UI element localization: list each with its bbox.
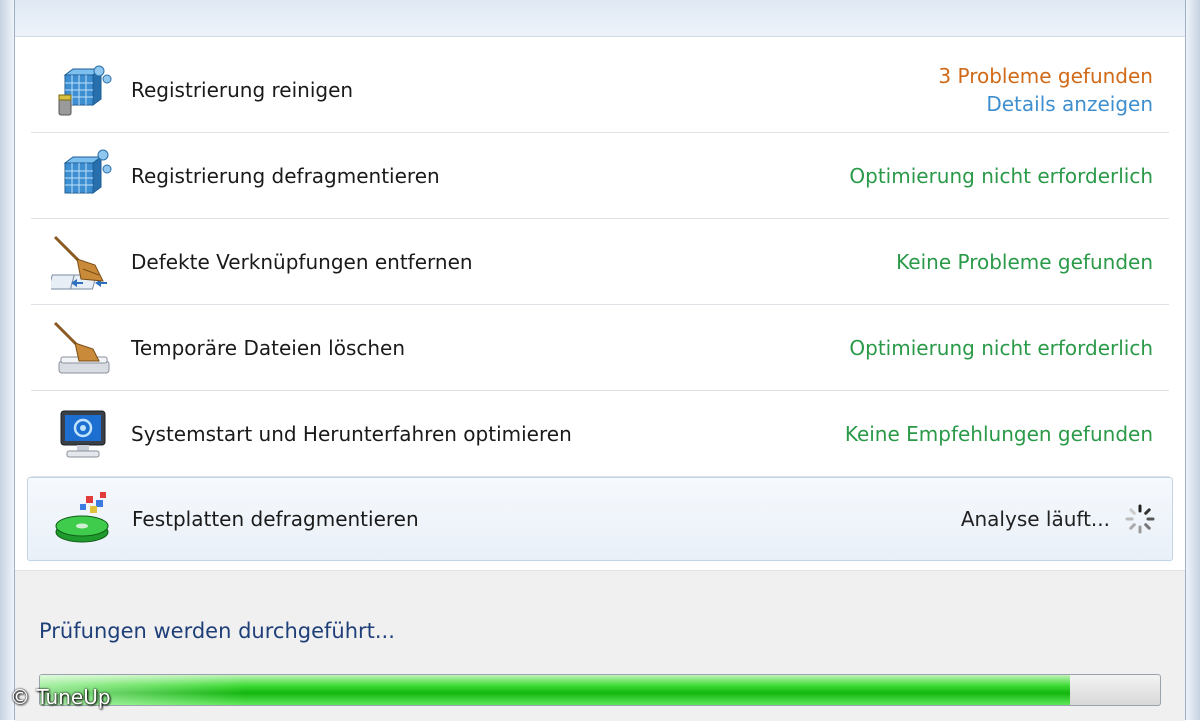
task-row-startup-shutdown[interactable]: Systemstart und Herunterfahren optimiere… — [31, 391, 1169, 477]
task-label: Registrierung reinigen — [131, 77, 354, 102]
broom-drive-icon — [51, 321, 117, 377]
task-label: Registrierung defragmentieren — [131, 163, 440, 188]
status-text: Keine Probleme gefunden — [896, 249, 1153, 274]
window-frame-left — [0, 0, 15, 720]
disk-defrag-icon — [52, 490, 118, 546]
task-row-registry-clean[interactable]: Registrierung reinigen 3 Probleme gefund… — [31, 47, 1169, 133]
details-link[interactable]: Details anzeigen — [986, 92, 1153, 116]
task-status: Optimierung nicht erforderlich — [849, 305, 1153, 390]
status-text: Optimierung nicht erforderlich — [849, 163, 1153, 188]
task-list: Registrierung reinigen 3 Probleme gefund… — [15, 37, 1185, 570]
task-row-broken-shortcuts[interactable]: Defekte Verknüpfungen entfernen Keine Pr… — [31, 219, 1169, 305]
task-row-registry-defrag[interactable]: Registrierung defragmentieren Optimierun… — [31, 133, 1169, 219]
checks-running-text: Prüfungen werden durchgeführt... — [39, 619, 395, 643]
task-status: Keine Probleme gefunden — [896, 219, 1153, 304]
task-status: 3 Probleme gefunden Details anzeigen — [938, 47, 1153, 132]
progress-bar — [39, 674, 1161, 706]
watermark: © TuneUp — [10, 685, 111, 709]
status-text: Analyse läuft... — [960, 507, 1110, 531]
registry-defrag-icon — [51, 149, 117, 205]
header-strip — [15, 0, 1185, 37]
task-status: Keine Empfehlungen gefunden — [845, 391, 1153, 476]
task-label: Systemstart und Herunterfahren optimiere… — [131, 421, 572, 446]
task-row-disk-defrag[interactable]: Festplatten defragmentieren Analyse läuf… — [27, 477, 1173, 561]
loading-spinner-icon — [1125, 504, 1155, 534]
registry-cleaner-icon — [51, 63, 117, 119]
monitor-icon — [51, 407, 117, 463]
task-status: Optimierung nicht erforderlich — [849, 133, 1153, 218]
problems-found-text: 3 Probleme gefunden — [938, 63, 1153, 88]
task-label: Defekte Verknüpfungen entfernen — [131, 249, 473, 274]
task-status: Analyse läuft... — [961, 478, 1156, 560]
task-label: Festplatten defragmentieren — [132, 507, 419, 531]
task-label: Temporäre Dateien löschen — [131, 335, 406, 360]
broom-shortcuts-icon — [47, 235, 117, 291]
status-text: Keine Empfehlungen gefunden — [844, 421, 1153, 446]
progress-fill — [40, 675, 1071, 705]
task-row-temp-files[interactable]: Temporäre Dateien löschen Optimierung ni… — [31, 305, 1169, 391]
footer-panel: Prüfungen werden durchgeführt... — [15, 570, 1185, 721]
window-frame-right — [1185, 0, 1200, 720]
status-text: Optimierung nicht erforderlich — [849, 335, 1153, 360]
